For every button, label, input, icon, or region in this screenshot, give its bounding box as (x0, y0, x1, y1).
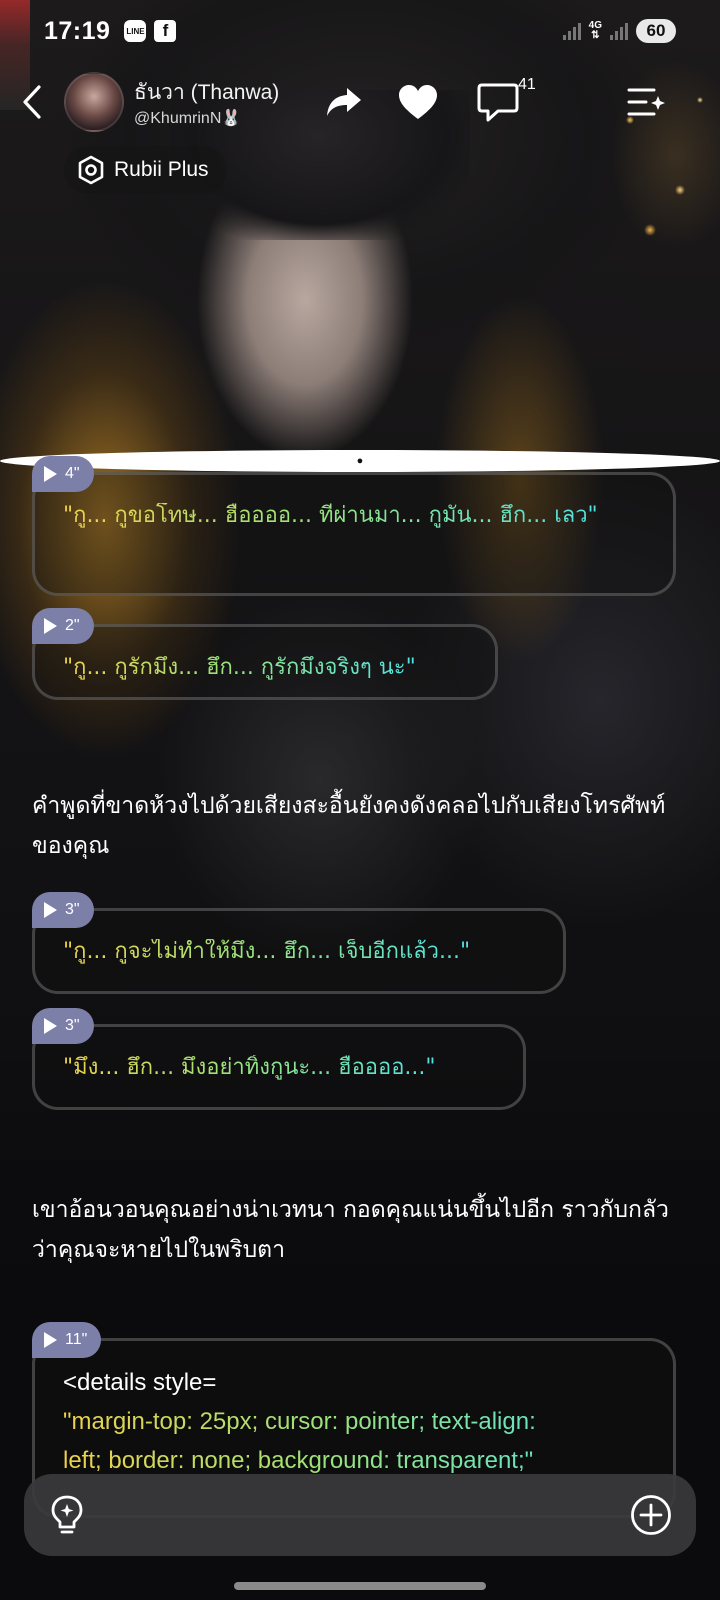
voice-message-text: "กู... กูรักมึง... ฮึก... กูรักมึงจริงๆ … (63, 655, 416, 680)
message-input-bar (24, 1474, 696, 1556)
voice-message-line: "margin-top: 25px; cursor: pointer; text… (63, 1402, 645, 1441)
play-icon (44, 902, 57, 918)
lightbulb-sparkle-icon (51, 1495, 83, 1534)
character-handle[interactable]: @KhumrinN🐰 (134, 108, 241, 128)
share-button[interactable] (320, 78, 368, 126)
chevron-left-icon (23, 85, 41, 119)
status-bar: 17:19 LINE f ● 4G ⇅ 60 (0, 0, 720, 472)
play-icon (44, 1332, 57, 1348)
heart-icon (399, 85, 437, 119)
like-button[interactable] (394, 78, 442, 126)
inspiration-button[interactable] (46, 1494, 88, 1536)
rubii-plus-icon (78, 155, 104, 185)
voice-message-text: "กู... กูขอโทษ... ฮืออออ... ที่ผ่านมา...… (63, 503, 598, 528)
comment-button[interactable] (474, 78, 522, 126)
rubii-plus-label: Rubii Plus (114, 158, 209, 181)
plus-circle-icon (631, 1495, 671, 1535)
network-type: 4G ⇅ (588, 20, 602, 41)
facebook-app-icon: f (154, 20, 177, 42)
voice-play-button[interactable]: 4" (32, 456, 94, 492)
menu-sparkle-icon (627, 88, 665, 116)
play-icon (44, 1018, 57, 1034)
voice-message-line: <details style= (63, 1369, 217, 1396)
voice-duration: 3" (65, 901, 80, 918)
message-input[interactable] (106, 1492, 606, 1538)
menu-button[interactable] (622, 78, 670, 126)
narration-text: คำพูดที่ขาดห้วงไปด้วยเสียงสะอื้นยังคงดัง… (32, 793, 666, 859)
battery-indicator: 60 (636, 19, 676, 43)
home-indicator[interactable] (234, 1582, 486, 1590)
voice-play-button[interactable]: 3" (32, 1008, 94, 1044)
signal-icon-2 (610, 22, 628, 40)
share-arrow-icon (327, 88, 361, 116)
play-icon (44, 466, 57, 482)
comment-bubble-icon (477, 83, 519, 122)
voice-play-button[interactable]: 3" (32, 892, 94, 928)
line-app-icon: LINE (124, 20, 147, 42)
voice-duration: 3" (65, 1017, 80, 1034)
status-right: 4G ⇅ 60 (562, 19, 676, 43)
chat-app-icon: ● (0, 450, 720, 472)
add-button[interactable] (628, 1492, 674, 1538)
chat-header: ธันวา (Thanwa) @KhumrinN🐰 41 (0, 68, 720, 138)
voice-play-button[interactable]: 11" (32, 1322, 102, 1358)
voice-play-button[interactable]: 2" (32, 608, 94, 644)
status-time: 17:19 (44, 16, 111, 45)
comment-count: 41 (518, 76, 536, 93)
voice-message-bubble[interactable]: "กู... กูจะไม่ทำให้มึง... ฮึก... เจ็บอีก… (32, 908, 566, 994)
narration-text: เขาอ้อนวอนคุณอย่างน่าเวทนา กอดคุณแน่นขึ้… (32, 1197, 669, 1263)
rubii-plus-badge[interactable]: Rubii Plus (64, 146, 227, 194)
voice-duration: 2" (65, 617, 80, 634)
character-avatar[interactable] (64, 72, 124, 132)
voice-message-bubble[interactable]: "กู... กูรักมึง... ฮึก... กูรักมึงจริงๆ … (32, 624, 498, 700)
signal-icon (562, 22, 581, 40)
voice-message-text: "มึง... ฮึก... มึงอย่าทิ้งกูนะ... ฮืออออ… (63, 1055, 436, 1080)
voice-message-text: "กู... กูจะไม่ทำให้มึง... ฮึก... เจ็บอีก… (63, 939, 471, 964)
status-app-icons: LINE f ● (0, 20, 720, 472)
character-name[interactable]: ธันวา (Thanwa) (134, 76, 279, 109)
back-button[interactable] (14, 82, 50, 122)
voice-message-bubble[interactable]: "กู... กูขอโทษ... ฮืออออ... ที่ผ่านมา...… (32, 472, 676, 596)
voice-message-bubble[interactable]: "มึง... ฮึก... มึงอย่าทิ้งกูนะ... ฮืออออ… (32, 1024, 526, 1110)
voice-duration: 11" (65, 1331, 88, 1348)
voice-duration: 4" (65, 465, 80, 482)
play-icon (44, 618, 57, 634)
